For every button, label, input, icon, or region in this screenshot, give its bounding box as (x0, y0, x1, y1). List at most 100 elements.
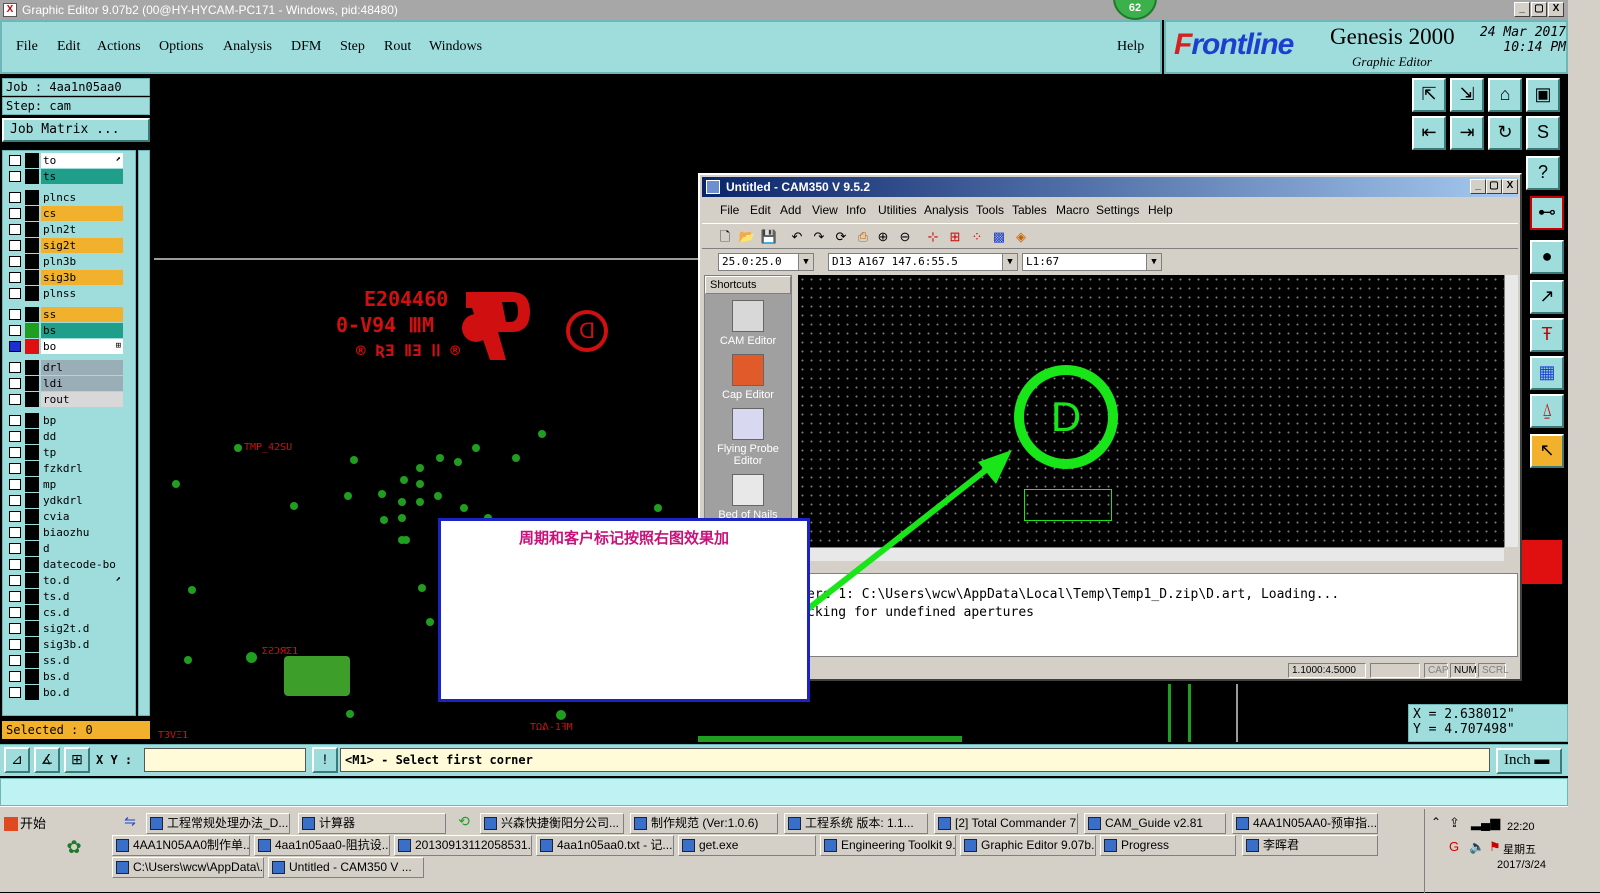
netlist-icon[interactable]: ⍙ (1530, 394, 1564, 428)
layer-checkbox[interactable] (9, 192, 21, 203)
layer-color-swatch[interactable] (25, 286, 39, 301)
zoom-in-icon[interactable]: ⊕ (874, 228, 892, 246)
layer-name[interactable]: ydkdrl (41, 493, 123, 508)
cam-menu-edit[interactable]: Edit (750, 203, 771, 217)
cam-menu-info[interactable]: Info (846, 203, 866, 217)
layer-name[interactable]: mp (41, 477, 123, 492)
layer-row[interactable]: ldi (3, 376, 135, 391)
layer-row[interactable]: ⊞ bo (3, 339, 135, 354)
layer-name[interactable]: sig3b.d (41, 637, 123, 652)
layers-icon[interactable]: ▦ (1530, 356, 1564, 390)
aperture-combo[interactable]: D13 A167 147.6:55.5 ▼ (828, 253, 1018, 271)
show-desktop-icon[interactable]: ⇋ (116, 813, 144, 833)
menu-dfm[interactable]: DFM (291, 39, 321, 55)
quick-launch-icon[interactable]: ✿ (60, 837, 88, 861)
layer-checkbox[interactable] (9, 575, 21, 586)
layer-checkbox[interactable] (9, 527, 21, 538)
layer-name[interactable]: ts.d (41, 589, 123, 604)
layer-name[interactable]: pln2t (41, 222, 123, 237)
layer-name[interactable]: d (41, 541, 123, 556)
layer-color-swatch[interactable] (25, 573, 39, 588)
layer-name[interactable]: cs.d (41, 605, 123, 620)
start-button[interactable]: 开始 (2, 813, 58, 835)
layer-row[interactable]: ydkdrl (3, 493, 135, 508)
layer-name[interactable]: bs.d (41, 669, 123, 684)
redo-icon[interactable]: ↻ (1488, 116, 1522, 150)
layer-name[interactable]: fzkdrl (41, 461, 123, 476)
layer-name[interactable]: bp (41, 413, 123, 428)
layer-checkbox[interactable] (9, 325, 21, 336)
layer-row[interactable]: fzkdrl (3, 461, 135, 476)
layer-row[interactable]: cvia (3, 509, 135, 524)
menu-help[interactable]: Help (1117, 39, 1144, 55)
layer-row[interactable]: cs (3, 206, 135, 221)
shortcut-bed-of-nails[interactable]: Bed of Nails (705, 474, 791, 521)
taskbar-button[interactable]: [2] Total Commander 7... (934, 813, 1078, 834)
taskbar-button[interactable]: 工程常规处理办法_D... (146, 813, 290, 834)
highlight-icon[interactable]: ◈ (1012, 228, 1030, 246)
layer-name[interactable]: cvia (41, 509, 123, 524)
layer-color-swatch[interactable] (25, 605, 39, 620)
layer-row[interactable]: sig2t (3, 238, 135, 253)
layer-name[interactable]: plnss (41, 286, 123, 301)
layer-row[interactable]: pln2t (3, 222, 135, 237)
layer-color-swatch[interactable] (25, 360, 39, 375)
angle-icon[interactable]: ∡ (34, 747, 60, 773)
layer-name[interactable]: ts (41, 169, 123, 184)
layer-checkbox[interactable] (9, 559, 21, 570)
layer-row[interactable]: bs (3, 323, 135, 338)
snap-grid-icon[interactable]: ⁘ (968, 228, 986, 246)
layer-name[interactable]: drl (41, 360, 123, 375)
help-icon[interactable]: ? (1526, 156, 1560, 190)
layer-combo[interactable]: L1:67 ▼ (1022, 253, 1162, 271)
volume-icon[interactable]: 🔈 (1469, 839, 1485, 855)
layer-checkbox[interactable] (9, 208, 21, 219)
cam-menu-settings[interactable]: Settings (1096, 203, 1139, 217)
layer-row[interactable]: ts.d (3, 589, 135, 604)
home-icon[interactable]: ⌂ (1488, 78, 1522, 112)
layer-color-swatch[interactable] (25, 509, 39, 524)
layer-checkbox[interactable] (9, 639, 21, 650)
layer-row[interactable]: sig3b.d (3, 637, 135, 652)
layer-name[interactable]: sig2t.d (41, 621, 123, 636)
layer-color-swatch[interactable] (25, 461, 39, 476)
cam350-vertical-scrollbar[interactable] (1504, 275, 1518, 547)
redo-icon[interactable]: ↷ (810, 228, 828, 246)
layer-checkbox[interactable] (9, 495, 21, 506)
notification-badge[interactable]: 62 (1113, 0, 1157, 20)
taskbar-button[interactable]: Untitled - CAM350 V ... (268, 857, 424, 878)
menu-analysis[interactable]: Analysis (223, 39, 272, 55)
cam350-close-button[interactable]: X (1502, 179, 1518, 194)
window-icon[interactable]: ▣ (1526, 78, 1560, 112)
zoom-area-icon[interactable]: ⊿ (4, 747, 30, 773)
page-down-icon[interactable]: ⇲ (1450, 78, 1484, 112)
layer-color-swatch[interactable] (25, 685, 39, 700)
layer-color-swatch[interactable] (25, 307, 39, 322)
refresh-icon[interactable]: ⟲ (450, 813, 478, 833)
clock-time[interactable]: 22:20 (1507, 821, 1535, 833)
layer-color-swatch[interactable] (25, 190, 39, 205)
layer-color-swatch[interactable] (25, 477, 39, 492)
layer-name[interactable]: dd (41, 429, 123, 444)
grid-icon[interactable]: ⊞ (64, 747, 90, 773)
menu-step[interactable]: Step (340, 39, 365, 55)
cam-menu-file[interactable]: File (720, 203, 739, 217)
layer-checkbox[interactable] (9, 309, 21, 320)
layer-color-swatch[interactable] (25, 222, 39, 237)
layer-row[interactable]: bo.d (3, 685, 135, 700)
layer-checkbox[interactable] (9, 256, 21, 267)
taskbar-button[interactable]: 制作规范 (Ver:1.0.6) (630, 813, 778, 834)
main-title-bar[interactable]: X Graphic Editor 9.07b2 (00@HY-HYCAM-PC1… (0, 0, 1600, 20)
layer-color-swatch[interactable] (25, 621, 39, 636)
signal-icon[interactable]: ▂▄▆ (1471, 815, 1500, 831)
layer-color-swatch[interactable] (25, 392, 39, 407)
close-button[interactable]: X (1548, 2, 1564, 17)
layer-color-swatch[interactable] (25, 445, 39, 460)
layer-row[interactable]: ss.d (3, 653, 135, 668)
layer-row[interactable]: plnss (3, 286, 135, 301)
save-icon[interactable]: 💾 (760, 228, 778, 246)
xy-input[interactable] (144, 748, 306, 772)
menu-rout[interactable]: Rout (384, 39, 411, 55)
layer-row[interactable]: sig2t.d (3, 621, 135, 636)
open-file-icon[interactable]: 📂 (738, 228, 756, 246)
